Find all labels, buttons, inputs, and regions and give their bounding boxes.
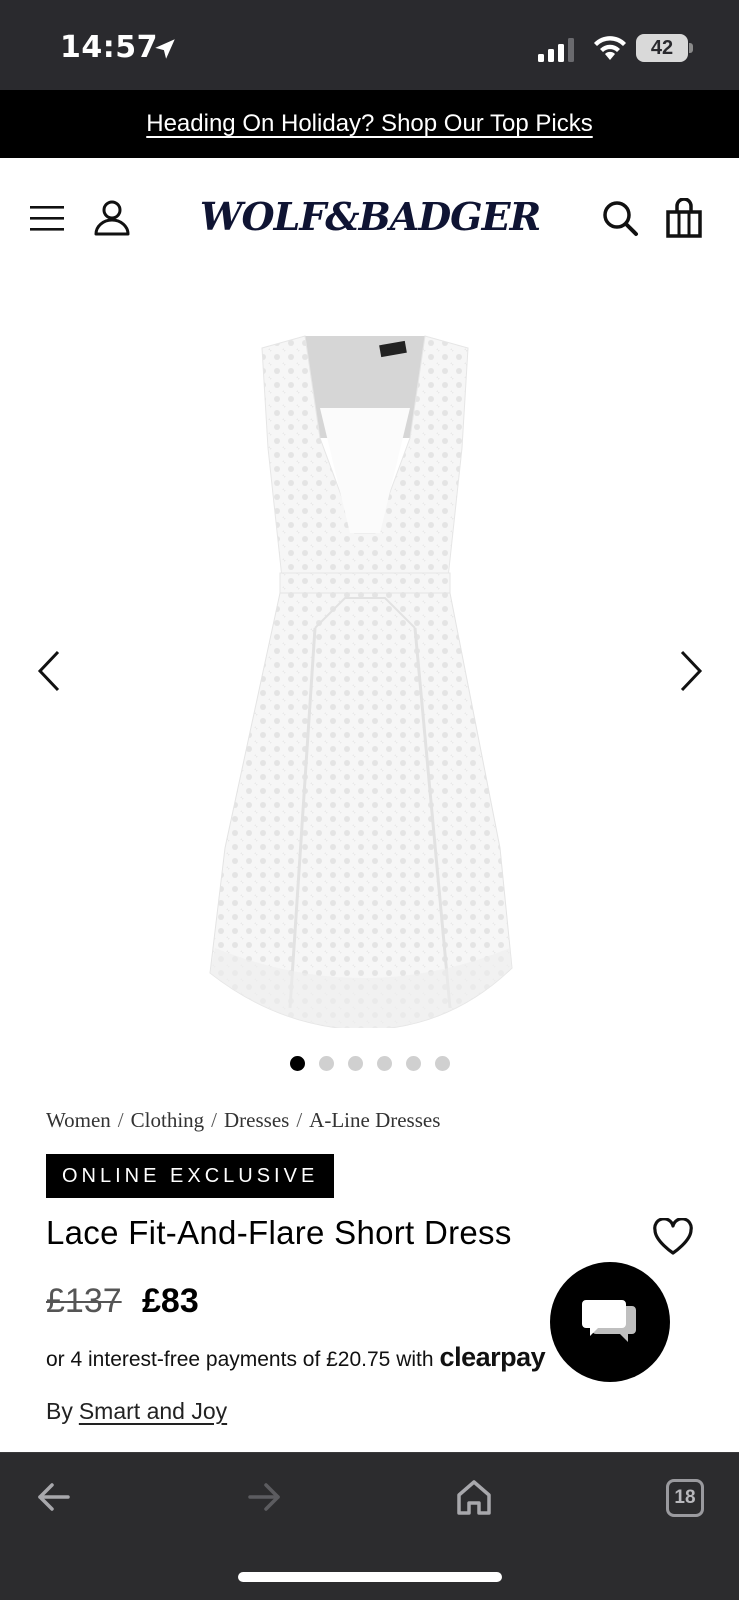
promo-link[interactable]: Heading On Holiday? Shop Our Top Picks — [146, 110, 592, 137]
battery-indicator: 42 — [636, 34, 688, 62]
brand-prefix: By — [46, 1398, 73, 1424]
site-header: WOLF&BADGER — [0, 158, 739, 278]
breadcrumb-a-line-dresses[interactable]: A-Line Dresses — [309, 1108, 440, 1132]
installments-text: or 4 interest-free payments of £20.75 wi… — [46, 1348, 434, 1371]
brand-link[interactable]: Smart and Joy — [79, 1398, 227, 1424]
gallery-dot[interactable] — [376, 1056, 392, 1071]
gallery-dot[interactable] — [318, 1056, 334, 1071]
gallery-dot[interactable] — [347, 1056, 363, 1071]
gallery-dot[interactable] — [289, 1056, 305, 1071]
product-image[interactable] — [200, 308, 530, 1028]
gallery-pagination — [0, 1056, 739, 1076]
search-icon[interactable] — [600, 198, 640, 238]
chevron-right-icon[interactable] — [676, 648, 706, 694]
wishlist-heart-icon[interactable] — [652, 1218, 694, 1256]
breadcrumb-clothing[interactable]: Clothing — [131, 1108, 205, 1132]
forward-arrow-icon[interactable] — [244, 1477, 284, 1517]
shopping-bag-icon[interactable] — [664, 198, 704, 238]
breadcrumb-dresses[interactable]: Dresses — [224, 1108, 289, 1132]
battery-nub — [689, 43, 693, 53]
status-bar: 14:57 42 — [0, 0, 739, 90]
wolf-badger-logo[interactable]: WOLF&BADGER — [190, 192, 550, 242]
breadcrumb: Women / Clothing / Dresses / A-Line Dresses — [46, 1108, 440, 1133]
status-time: 14:57 — [60, 30, 158, 65]
product-gallery[interactable] — [0, 278, 739, 1068]
gallery-dot[interactable] — [405, 1056, 421, 1071]
brand-line: By Smart and Joy — [46, 1398, 227, 1425]
chevron-left-icon[interactable] — [34, 648, 64, 694]
clearpay-logo[interactable]: clearpay — [440, 1342, 546, 1372]
breadcrumb-separator: / — [117, 1108, 124, 1132]
location-arrow-icon — [155, 39, 175, 59]
home-icon[interactable] — [454, 1477, 494, 1517]
installments-info: or 4 interest-free payments of £20.75 wi… — [46, 1342, 546, 1373]
home-indicator — [238, 1572, 502, 1582]
gallery-dot[interactable] — [434, 1056, 450, 1071]
chat-button[interactable] — [550, 1262, 670, 1382]
product-title: Lace Fit-And-Flare Short Dress — [46, 1214, 512, 1251]
breadcrumb-separator: / — [296, 1108, 303, 1132]
original-price: £137 — [46, 1282, 122, 1320]
tabs-count-button[interactable]: 18 — [666, 1479, 704, 1517]
breadcrumb-separator: / — [211, 1108, 217, 1132]
online-exclusive-badge: ONLINE EXCLUSIVE — [46, 1154, 335, 1198]
breadcrumb-women[interactable]: Women — [46, 1108, 111, 1132]
cellular-signal-icon — [538, 38, 574, 62]
menu-icon[interactable] — [28, 198, 68, 238]
promo-banner: Heading On Holiday? Shop Our Top Picks — [0, 90, 739, 158]
account-icon[interactable] — [92, 198, 132, 238]
back-arrow-icon[interactable] — [34, 1477, 74, 1517]
sale-price: £83 — [142, 1282, 199, 1320]
chat-bubbles-icon — [582, 1300, 636, 1342]
wifi-icon — [594, 36, 626, 60]
